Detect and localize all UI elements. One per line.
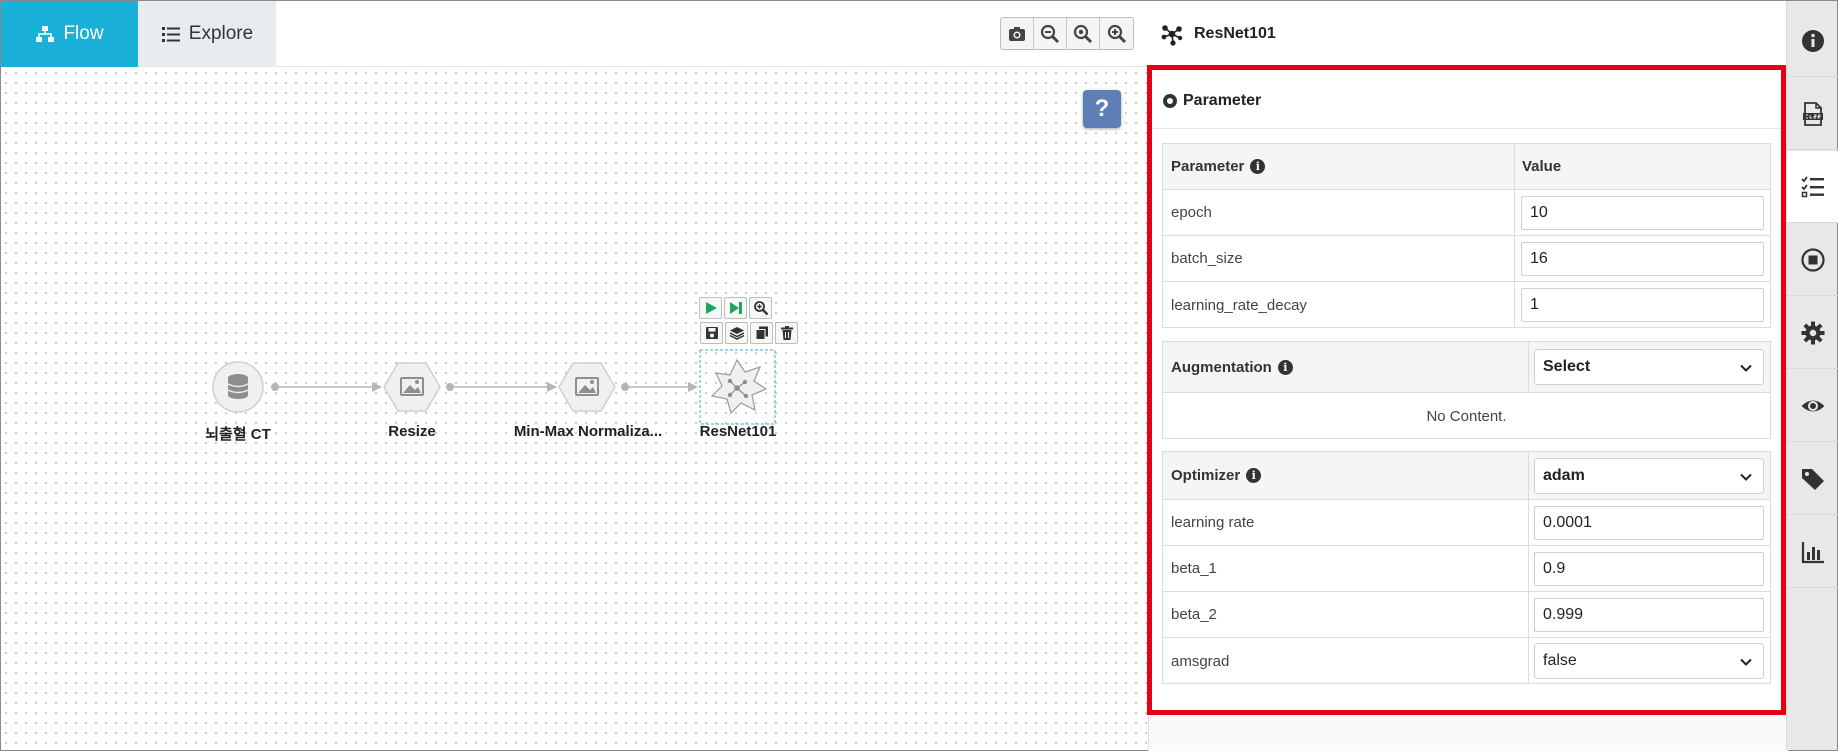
augmentation-table: Augmentation i Select No Content. <box>1162 341 1771 439</box>
save-node-button[interactable] <box>700 322 723 344</box>
trash-icon <box>780 326 793 340</box>
table-header-row: Parameter i Value <box>1163 144 1770 190</box>
gear-icon <box>1801 321 1824 344</box>
layers-icon <box>729 327 744 340</box>
parameter-table: Parameter i Value epoch 10 batch_size 16… <box>1162 143 1771 328</box>
augmentation-header-row: Augmentation i Select <box>1163 342 1770 393</box>
node-toolbar <box>699 297 798 347</box>
copy-icon <box>755 326 768 340</box>
chevron-down-icon <box>1740 473 1752 481</box>
step-forward-icon <box>729 302 742 314</box>
panel-header: ResNet101 <box>1148 1 1786 67</box>
delete-node-button[interactable] <box>775 322 798 344</box>
table-row: learning_rate_decay 1 <box>1163 282 1770 328</box>
node-label-resnet: ResNet101 <box>699 423 777 440</box>
parameter-section-title: Parameter <box>1163 86 1261 116</box>
bar-chart-icon <box>1801 541 1824 563</box>
stop-icon <box>1800 247 1825 272</box>
chevron-down-icon <box>1740 658 1752 666</box>
table-row: learning rate 0.0001 <box>1163 500 1770 546</box>
connector-3 <box>621 382 698 392</box>
param-name: beta_1 <box>1171 560 1217 577</box>
info-icon[interactable]: i <box>1250 159 1266 174</box>
augmentation-select[interactable]: Select <box>1534 349 1764 385</box>
sidebar-item-info[interactable] <box>1787 5 1838 77</box>
param-name: amsgrad <box>1171 652 1230 670</box>
sidebar-item-settings[interactable] <box>1787 297 1838 369</box>
optimizer-select[interactable]: adam <box>1534 458 1764 494</box>
value-column-header: Value <box>1522 158 1562 175</box>
param-name: learning_rate_decay <box>1171 296 1307 314</box>
info-icon <box>1801 29 1824 52</box>
parameter-section-label: Parameter <box>1183 92 1262 109</box>
zoom-icon <box>753 301 768 316</box>
optimizer-selected: adam <box>1543 467 1585 484</box>
amsgrad-selected: false <box>1543 652 1577 669</box>
chevron-down-icon <box>1740 364 1752 372</box>
table-row: beta_2 0.999 <box>1163 592 1770 638</box>
circle-dot-icon <box>1163 94 1177 108</box>
database-icon <box>227 374 249 399</box>
beta1-input[interactable]: 0.9 <box>1534 552 1764 586</box>
optimizer-header-row: Optimizer i adam <box>1163 452 1770 500</box>
info-icon[interactable]: i <box>1277 359 1293 375</box>
param-name: epoch <box>1171 204 1212 221</box>
sidebar-item-tags[interactable] <box>1787 443 1838 515</box>
sidebar-item-parameters[interactable] <box>1787 151 1838 223</box>
connector-2 <box>446 382 557 392</box>
checklist-icon <box>1800 175 1824 197</box>
panel-title: ResNet101 <box>1194 25 1276 42</box>
param-name: learning rate <box>1171 514 1255 531</box>
table-row: epoch 10 <box>1163 190 1770 236</box>
layers-node-button[interactable] <box>725 322 748 344</box>
connector-1 <box>271 382 382 392</box>
eye-icon <box>1801 400 1824 411</box>
save-icon <box>705 327 718 339</box>
augmentation-selected: Select <box>1543 358 1591 375</box>
play-icon <box>705 302 717 314</box>
param-name: beta_2 <box>1171 606 1217 623</box>
right-sidebar <box>1786 1 1838 750</box>
amsgrad-select[interactable]: false <box>1534 643 1764 679</box>
class-icon <box>1802 101 1823 126</box>
table-row: batch_size 16 <box>1163 236 1770 282</box>
run-from-node-button[interactable] <box>724 297 747 319</box>
epoch-input[interactable]: 10 <box>1521 196 1764 230</box>
node-resnet[interactable] <box>699 349 776 425</box>
info-icon[interactable]: i <box>1246 468 1262 483</box>
flow-graph <box>212 349 776 425</box>
table-row: beta_1 0.9 <box>1163 546 1770 592</box>
node-label-dataset: 뇌출혈 CT <box>205 426 271 443</box>
optimizer-label: Optimizer <box>1171 467 1241 484</box>
sidebar-item-class[interactable] <box>1787 78 1838 150</box>
node-label-normalization: Min-Max Normaliza... <box>513 423 663 440</box>
tag-icon <box>1801 468 1824 490</box>
learning-rate-decay-input[interactable]: 1 <box>1521 288 1764 322</box>
zoom-node-button[interactable] <box>749 297 772 319</box>
parameter-column-header: Parameter <box>1171 158 1245 175</box>
node-dataset[interactable] <box>212 361 264 413</box>
copy-node-button[interactable] <box>750 322 773 344</box>
node-resize[interactable] <box>383 362 441 412</box>
sidebar-item-preview[interactable] <box>1787 370 1838 442</box>
sidebar-item-stop[interactable] <box>1787 224 1838 296</box>
sidebar-item-chart[interactable] <box>1787 516 1838 588</box>
batch-size-input[interactable]: 16 <box>1521 242 1764 276</box>
run-node-button[interactable] <box>699 297 722 319</box>
table-row: amsgrad false <box>1163 638 1770 684</box>
beta2-input[interactable]: 0.999 <box>1534 598 1764 632</box>
param-name: batch_size <box>1171 250 1243 267</box>
node-label-resize: Resize <box>388 423 436 440</box>
optimizer-table: Optimizer i adam learning rate 0.0001 be… <box>1162 451 1771 684</box>
network-icon <box>1161 25 1183 46</box>
section-divider <box>1152 128 1781 129</box>
node-normalization[interactable] <box>558 362 616 412</box>
augmentation-empty: No Content. <box>1426 407 1507 425</box>
learning-rate-input[interactable]: 0.0001 <box>1534 506 1764 540</box>
augmentation-label: Augmentation <box>1171 358 1272 376</box>
